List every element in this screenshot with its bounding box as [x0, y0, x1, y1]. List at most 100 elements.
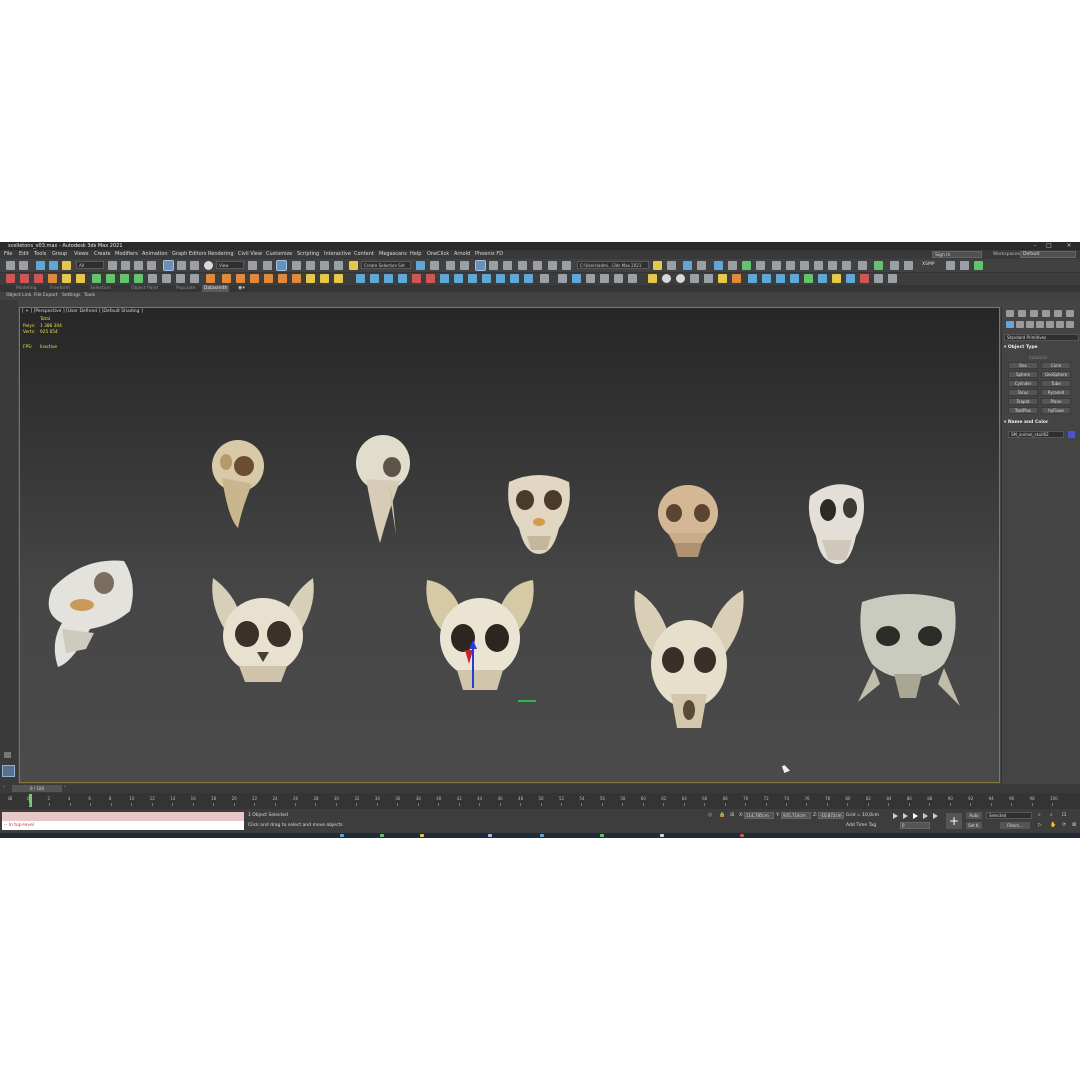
select-by-name-icon[interactable]: [121, 261, 130, 270]
render-tool-6-icon[interactable]: [628, 274, 637, 283]
bird-skull-2[interactable]: [352, 433, 414, 545]
viewport-layout-thumbnail[interactable]: [2, 765, 15, 777]
x-coordinate-field[interactable]: 114,785cm: [744, 812, 774, 819]
material-tool-1-icon[interactable]: [748, 274, 757, 283]
orbit-icon[interactable]: ⟳: [1062, 822, 1066, 828]
render-tool-5-icon[interactable]: [614, 274, 623, 283]
file-export-button[interactable]: File Export: [34, 292, 58, 300]
sun-position-icon[interactable]: [756, 261, 765, 270]
torus-button[interactable]: Torus: [1008, 389, 1038, 396]
hierarchy-tab-icon[interactable]: [1030, 310, 1038, 317]
schematic-view-icon[interactable]: [503, 261, 512, 270]
cameras-icon[interactable]: [1036, 321, 1044, 328]
ribbon-toggle-icon[interactable]: ◉▾: [238, 285, 245, 292]
z-coordinate-field[interactable]: -10,872cm: [818, 812, 844, 819]
rendered-frame-window-icon[interactable]: [548, 261, 557, 270]
next-frame-icon[interactable]: [923, 813, 928, 819]
tab-object-paint[interactable]: Object Paint: [131, 285, 158, 292]
zoom-all-icon[interactable]: ⌕: [1050, 812, 1053, 818]
liquid-tool-8-icon[interactable]: [454, 274, 463, 283]
material-tool-5-icon[interactable]: [804, 274, 813, 283]
liquid-tool-10-icon[interactable]: [482, 274, 491, 283]
zoom-extents-icon[interactable]: ⊡: [1062, 812, 1066, 818]
select-object-icon[interactable]: [108, 261, 117, 270]
autogrid-checkbox[interactable]: AutoGrid: [1029, 355, 1047, 360]
object-type-rollout[interactable]: ▾ Object Type: [1004, 345, 1079, 350]
fire-tool-3-icon[interactable]: [236, 274, 245, 283]
name-and-color-rollout[interactable]: ▾ Name and Color: [1004, 420, 1079, 425]
reptile-skull[interactable]: [806, 476, 868, 568]
maxscript-output[interactable]: -- In top-level: [2, 821, 244, 830]
phoenix-ocean-icon[interactable]: [814, 261, 823, 270]
toolbar-extra-icon[interactable]: [667, 261, 676, 270]
bat-skull[interactable]: [205, 574, 321, 690]
taskbar-app-4-icon[interactable]: [540, 834, 544, 837]
fire-tool-10-icon[interactable]: [334, 274, 343, 283]
reference-coordinate-dropdown[interactable]: View: [216, 261, 244, 269]
carnivore-skull[interactable]: [42, 553, 138, 671]
object-name-field[interactable]: SM_animal_skull02: [1008, 431, 1064, 438]
phoenix-particle-icon[interactable]: [842, 261, 851, 270]
plane-button[interactable]: Plane: [1041, 398, 1071, 405]
minimize-icon[interactable]: –: [1030, 242, 1040, 250]
goto-start-icon[interactable]: [893, 813, 898, 819]
menu-tools[interactable]: Tools: [34, 250, 46, 259]
render-tool-2-icon[interactable]: [572, 274, 581, 283]
light-type-5-icon[interactable]: [704, 274, 713, 283]
menu-help[interactable]: Help: [410, 250, 421, 259]
space-warps-icon[interactable]: [1056, 321, 1064, 328]
taskbar-app-7-icon[interactable]: [740, 834, 744, 837]
selection-filter-dropdown[interactable]: All: [76, 261, 104, 269]
xsmp-settings-icon[interactable]: [890, 261, 899, 270]
fire-tool-9-icon[interactable]: [320, 274, 329, 283]
snaps-toggle-icon[interactable]: [292, 261, 301, 270]
tool-yellow-2-icon[interactable]: [76, 274, 85, 283]
current-frame-field[interactable]: 0: [900, 822, 930, 829]
primitive-type-dropdown[interactable]: Standard Primitives: [1004, 334, 1079, 341]
project-folder-icon[interactable]: [653, 261, 662, 270]
material-tool-6-icon[interactable]: [818, 274, 827, 283]
render-tool-4-icon[interactable]: [600, 274, 609, 283]
taskbar-app-1-icon[interactable]: [340, 834, 344, 837]
menu-megascans[interactable]: Megascans: [379, 250, 407, 259]
tab-modeling[interactable]: Modeling: [16, 285, 36, 292]
add-time-tag[interactable]: Add Time Tag: [846, 823, 876, 828]
sign-in-dropdown[interactable]: Sign In: [932, 251, 982, 258]
tool-red-2-icon[interactable]: [20, 274, 29, 283]
select-and-scale-icon[interactable]: [190, 261, 199, 270]
render-tool-1-icon[interactable]: [558, 274, 567, 283]
named-selection-set-dropdown[interactable]: Create Selection Set: [361, 261, 411, 269]
help-2-icon[interactable]: [888, 274, 897, 283]
fire-tool-7-icon[interactable]: [292, 274, 301, 283]
tube-button[interactable]: Tube: [1041, 380, 1071, 387]
lightbulb-icon[interactable]: [742, 261, 751, 270]
tab-freeform[interactable]: Freeform: [50, 285, 70, 292]
y-coordinate-field[interactable]: 935,714cm: [781, 812, 811, 819]
menu-create[interactable]: Create: [94, 250, 111, 259]
set-key-button[interactable]: Set K.: [966, 822, 982, 829]
geometry-icon[interactable]: [1006, 321, 1014, 328]
maximize-viewport-icon[interactable]: ⊠: [1072, 822, 1076, 828]
helpers-icon[interactable]: [1046, 321, 1054, 328]
phoenix-fire-icon[interactable]: [786, 261, 795, 270]
lights-icon[interactable]: [1026, 321, 1034, 328]
time-slider-prev-icon[interactable]: ‹: [3, 784, 5, 790]
frame-readout[interactable]: 0 / 100: [12, 785, 62, 792]
expand-layout-icon[interactable]: [4, 752, 11, 758]
select-manipulate-icon[interactable]: [263, 261, 272, 270]
sun-icon[interactable]: [718, 274, 727, 283]
taskbar-app-3-icon[interactable]: [420, 834, 424, 837]
phoenix-liquid-icon[interactable]: [800, 261, 809, 270]
render-production-icon[interactable]: [562, 261, 571, 270]
pyramid-button[interactable]: Pyramid: [1041, 389, 1071, 396]
align-icon[interactable]: [430, 261, 439, 270]
predator-skull[interactable]: [854, 588, 964, 712]
spinner-snap-icon[interactable]: [334, 261, 343, 270]
menu-views[interactable]: Views: [74, 250, 88, 259]
goto-end-icon[interactable]: [933, 813, 938, 819]
phoenix-source-icon[interactable]: [828, 261, 837, 270]
material-editor-icon[interactable]: [518, 261, 527, 270]
xsmp-link-icon[interactable]: [946, 261, 955, 270]
auto-key-button[interactable]: Auto: [966, 812, 982, 819]
taskbar-app-6-icon[interactable]: [660, 834, 664, 837]
